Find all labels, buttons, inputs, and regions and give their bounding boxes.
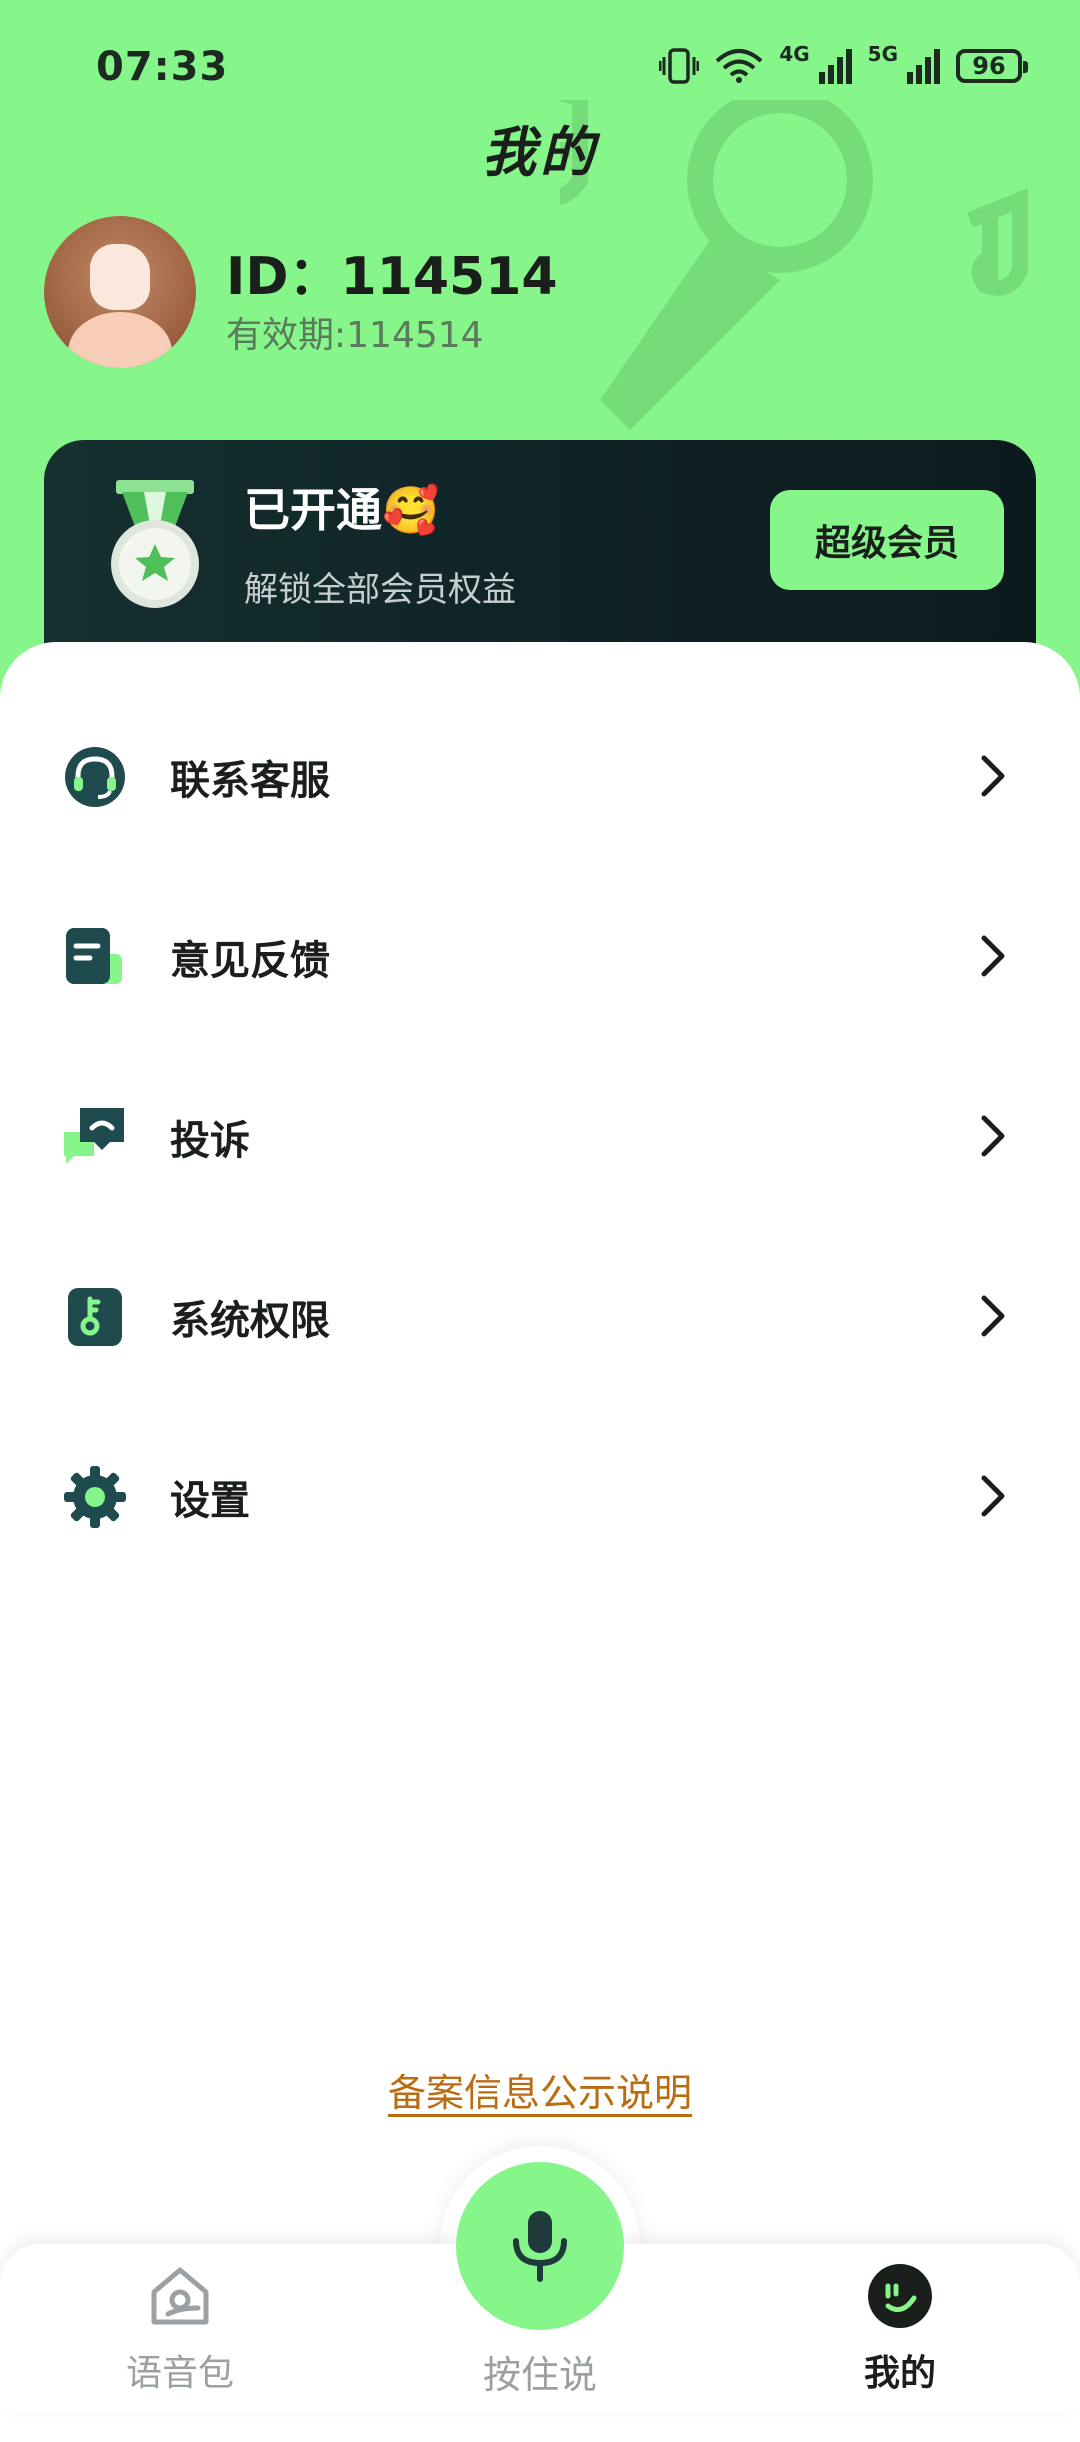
gear-icon xyxy=(64,1466,126,1528)
hold-to-talk-button[interactable] xyxy=(456,2162,624,2330)
menu-item-settings[interactable]: 设置 xyxy=(0,1436,1080,1556)
microphone-icon xyxy=(513,2211,567,2282)
chevron-right-icon xyxy=(981,1115,1005,1157)
tab-mine[interactable]: 我的 xyxy=(790,2262,1010,2402)
menu-label-settings: 设置 xyxy=(170,1478,250,1524)
menu-label-contact-service: 联系客服 xyxy=(170,758,330,804)
network-5g-label: 5G xyxy=(867,42,898,66)
feedback-document-icon xyxy=(66,928,122,984)
battery-icon: 96 xyxy=(956,49,1028,83)
complaint-chat-icon xyxy=(64,1108,124,1164)
chevron-right-icon xyxy=(981,1475,1005,1517)
wifi-icon xyxy=(715,49,763,83)
user-id: ID：114514 xyxy=(226,247,558,307)
menu-label-system-permission: 系统权限 xyxy=(170,1298,330,1344)
chevron-right-icon xyxy=(981,755,1005,797)
tab-voice-pack[interactable]: 语音包 xyxy=(70,2262,290,2402)
menu-label-complaint: 投诉 xyxy=(170,1118,250,1164)
tab-label-voice-pack: 语音包 xyxy=(125,2353,234,2394)
battery-level: 96 xyxy=(972,52,1006,80)
chevron-right-icon xyxy=(981,935,1005,977)
tab-label-mine: 我的 xyxy=(863,2353,936,2394)
headset-icon xyxy=(65,747,125,807)
menu-item-contact-service[interactable]: 联系客服 xyxy=(0,716,1080,836)
filing-info-link[interactable]: 备案信息公示说明 xyxy=(0,2062,1080,2117)
status-icons: 4G 5G 96 xyxy=(659,42,1028,88)
voice-pack-home-icon xyxy=(151,2267,209,2325)
status-time: 07:33 xyxy=(96,44,229,90)
hold-to-talk-label: 按住说 xyxy=(482,2353,597,2397)
signal-icon xyxy=(818,49,852,84)
vip-status: 已开通🥰 xyxy=(244,483,440,537)
menu-item-system-permission[interactable]: 系统权限 xyxy=(0,1256,1080,1376)
medal-icon xyxy=(111,480,199,608)
super-member-button[interactable]: 超级会员 xyxy=(770,490,1004,590)
smiley-icon xyxy=(868,2264,932,2328)
avatar[interactable] xyxy=(44,216,196,368)
menu-label-feedback: 意见反馈 xyxy=(170,938,330,984)
membership-validity: 有效期:114514 xyxy=(226,315,484,356)
network-4g-label: 4G xyxy=(779,42,810,66)
page-title: 我的 xyxy=(482,121,598,184)
chevron-right-icon xyxy=(981,1295,1005,1337)
permission-key-icon xyxy=(68,1288,122,1346)
menu-item-feedback[interactable]: 意见反馈 xyxy=(0,896,1080,1016)
menu-item-complaint[interactable]: 投诉 xyxy=(0,1076,1080,1196)
vip-description: 解锁全部会员权益 xyxy=(244,570,516,610)
vibrate-icon xyxy=(659,48,700,84)
signal-icon-2 xyxy=(907,49,940,84)
